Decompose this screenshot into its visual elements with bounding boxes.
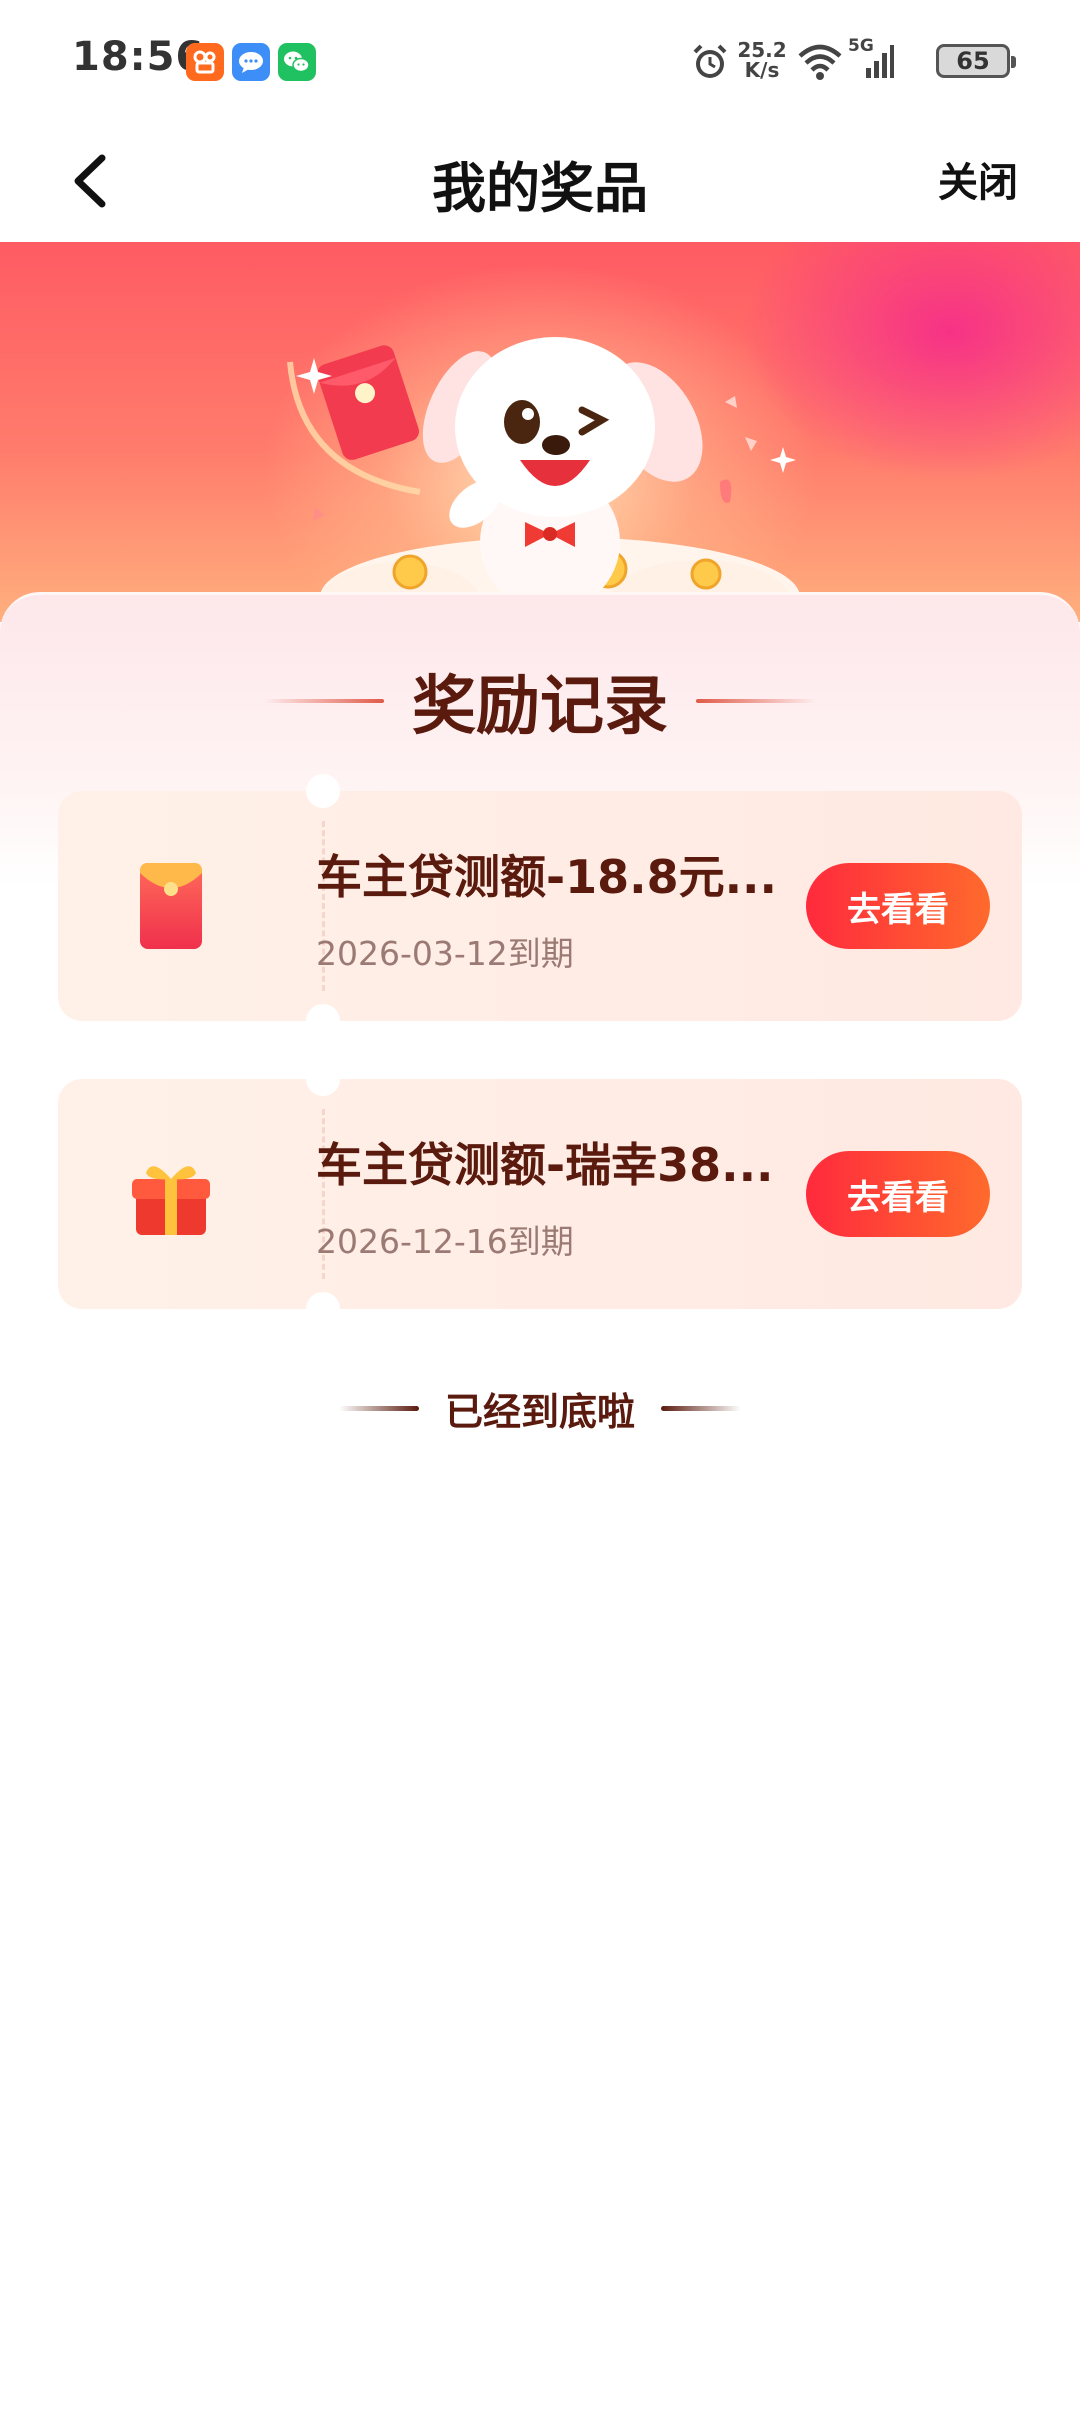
gift-box-icon [120, 1139, 220, 1249]
mascot-illustration [287, 337, 800, 622]
end-of-list-text: 已经到底啦 [444, 1389, 635, 1434]
messages-app-icon [232, 43, 270, 81]
end-line-left [338, 1405, 419, 1411]
prize-name: 车主贷测额-18.8元... [316, 850, 778, 904]
reward-records-panel: 奖励记录 车主贷测额-18.8元... 2026-03-12到期 去看看 车主贷… [0, 592, 1080, 2412]
hero-banner [0, 242, 1080, 622]
title-decoration-right [696, 699, 816, 703]
floating-red-envelope-icon [317, 345, 419, 460]
red-envelope-icon [120, 851, 220, 961]
close-button[interactable]: 关闭 [938, 150, 1018, 208]
network-speed-value: 25.2 [737, 38, 787, 62]
ticket-notch-top [306, 774, 340, 808]
prize-name: 车主贷测额-瑞幸38... [316, 1138, 774, 1192]
prize-expiry: 2026-03-12到期 [316, 934, 574, 973]
end-of-list: 已经到底啦 [0, 1378, 1080, 1438]
kuaishou-app-icon [186, 43, 224, 81]
ticket-notch-top [306, 1062, 340, 1096]
status-bar: 18:56 25.2 K/s 5G 65 [0, 0, 1080, 120]
alarm-icon [690, 42, 730, 86]
network-speed-unit: K/s [744, 58, 780, 82]
ticket-notch-bottom [306, 1292, 340, 1326]
view-prize-button[interactable]: 去看看 [806, 863, 990, 949]
view-prize-button[interactable]: 去看看 [806, 1151, 990, 1237]
page-title: 我的奖品 [432, 157, 648, 220]
signal-icon [850, 42, 894, 86]
ticket-notch-bottom [306, 1004, 340, 1038]
end-line-right [661, 1405, 741, 1411]
title-decoration-left [264, 699, 384, 703]
prize-card[interactable]: 车主贷测额-瑞幸38... 2026-12-16到期 去看看 [58, 1062, 1022, 1326]
network-speed: 25.2 K/s [734, 40, 790, 80]
title-bar: 我的奖品 关闭 [0, 120, 1080, 242]
prize-card[interactable]: 车主贷测额-18.8元... 2026-03-12到期 去看看 [58, 774, 1022, 1038]
prize-expiry: 2026-12-16到期 [316, 1222, 574, 1261]
wechat-app-icon [278, 43, 316, 81]
battery-level: 65 [956, 47, 990, 75]
wifi-icon [798, 42, 842, 86]
section-header: 奖励记录 [0, 661, 1080, 744]
status-time: 18:56 [72, 34, 205, 80]
battery-icon: 65 [936, 44, 1016, 78]
section-title: 奖励记录 [412, 670, 668, 744]
status-right-group: 25.2 K/s 5G 65 [690, 36, 1016, 86]
